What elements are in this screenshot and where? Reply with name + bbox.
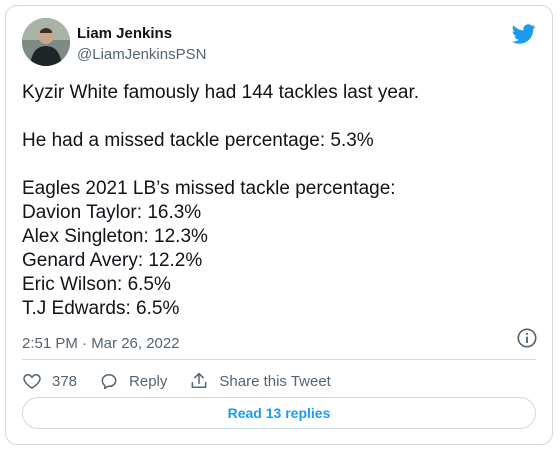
action-bar: 378 Reply Share this Tweet bbox=[22, 366, 353, 396]
share-label: Share this Tweet bbox=[219, 372, 331, 390]
like-button[interactable]: 378 bbox=[22, 371, 77, 391]
read-replies-button[interactable]: Read 13 replies bbox=[22, 397, 536, 429]
reply-label: Reply bbox=[129, 372, 168, 390]
share-icon bbox=[191, 372, 207, 388]
share-button[interactable]: Share this Tweet bbox=[189, 371, 331, 391]
like-count: 378 bbox=[52, 372, 78, 390]
twitter-bird-icon[interactable] bbox=[512, 22, 536, 46]
reply-button[interactable]: Reply bbox=[99, 371, 167, 391]
info-icon[interactable] bbox=[516, 327, 538, 349]
tweet-card[interactable]: Liam Jenkins @LiamJenkinsPSN Kyzir White… bbox=[5, 5, 553, 445]
avatar[interactable] bbox=[22, 18, 70, 66]
heart-icon bbox=[23, 373, 41, 389]
person-avatar-image bbox=[22, 18, 70, 66]
author-handle[interactable]: @LiamJenkinsPSN bbox=[77, 46, 206, 63]
tweet-text: Kyzir White famously had 144 tackles las… bbox=[22, 82, 420, 319]
reply-icon bbox=[101, 374, 117, 390]
divider bbox=[22, 359, 536, 360]
author-name[interactable]: Liam Jenkins bbox=[77, 25, 172, 42]
tweet-timestamp[interactable]: 2:51 PM · Mar 26, 2022 bbox=[22, 335, 180, 352]
